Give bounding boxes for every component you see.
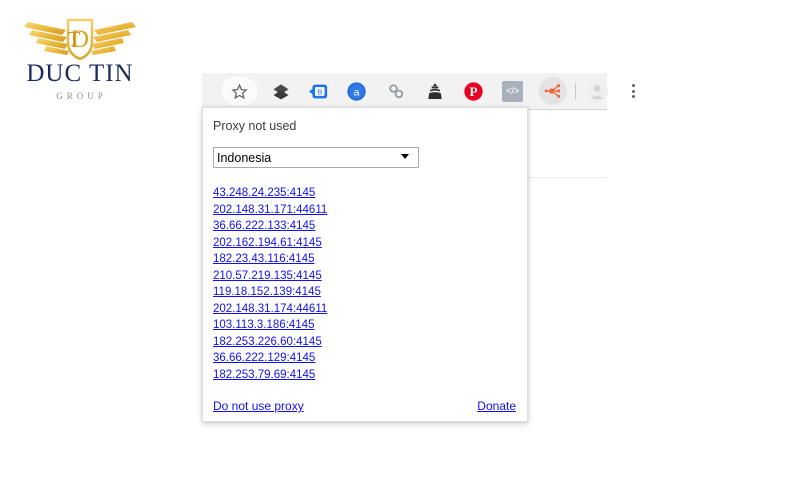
proxy-list-item[interactable]: 202.148.31.171:44611 (213, 202, 327, 219)
country-select[interactable]: Indonesia (213, 147, 419, 168)
proxy-node-graph-icon[interactable] (539, 77, 567, 105)
do-not-use-proxy-link[interactable]: Do not use proxy (213, 399, 304, 413)
brand-name: DUC TIN (26, 60, 134, 87)
proxy-list-item[interactable]: 202.148.31.174:44611 (213, 301, 327, 318)
evernote-elephant-icon[interactable] (421, 77, 448, 105)
proxy-list-item[interactable]: 210.57.219.135:4145 (213, 268, 322, 285)
chain-links-icon[interactable] (382, 77, 409, 105)
blue-tag-icon[interactable]: B (305, 77, 332, 105)
proxy-status-text: Proxy not used (213, 119, 297, 133)
donate-link[interactable]: Donate (477, 399, 516, 413)
logo-mark-wings: D T (10, 8, 150, 60)
proxy-list: 43.248.24.235:4145 202.148.31.171:44611 … (213, 185, 513, 383)
proxy-list-item[interactable]: 43.248.24.235:4145 (213, 185, 315, 202)
alexa-a-icon[interactable]: a (343, 77, 370, 105)
proxy-list-item[interactable]: 36.66.222.129:4145 (213, 350, 315, 367)
svg-text:T: T (68, 27, 81, 51)
kebab-dot (632, 95, 635, 98)
brand-logo: D T DUC TIN GROUP (10, 8, 150, 101)
brand-subtitle: GROUP (56, 91, 107, 101)
code-view-icon[interactable]: </> (499, 77, 526, 105)
avatar[interactable] (583, 77, 610, 105)
bookmark-star-icon[interactable] (221, 77, 258, 105)
browser-toolbar: B a P </> (202, 73, 635, 109)
proxy-list-item[interactable]: 182.253.79.69:4145 (213, 367, 315, 384)
kebab-dot (632, 89, 635, 93)
browser-menu-button[interactable] (620, 77, 647, 105)
proxy-list-item[interactable]: 103.113.3.186:4145 (213, 317, 314, 334)
proxy-extension-popup: Proxy not used Indonesia 43.248.24.235:4… (202, 107, 528, 422)
proxy-list-item[interactable]: 119.18.152.139:4145 (213, 284, 321, 301)
kebab-dot (632, 84, 635, 87)
proxy-list-item[interactable]: 182.23.43.116:4145 (213, 251, 314, 268)
svg-text:P: P (469, 83, 477, 98)
pinterest-icon[interactable]: P (460, 77, 487, 105)
diamond-layers-icon[interactable] (267, 77, 294, 105)
code-view-label: </> (502, 80, 523, 102)
toolbar-divider (575, 82, 576, 100)
svg-text:B: B (317, 87, 322, 96)
proxy-list-item[interactable]: 182.253.226.60:4145 (213, 334, 322, 351)
svg-text:a: a (354, 86, 360, 98)
proxy-list-item[interactable]: 202.162.194.61:4145 (213, 235, 322, 252)
popup-footer: Do not use proxy Donate (213, 399, 516, 413)
proxy-list-item[interactable]: 36.66.222.133:4145 (213, 218, 315, 235)
